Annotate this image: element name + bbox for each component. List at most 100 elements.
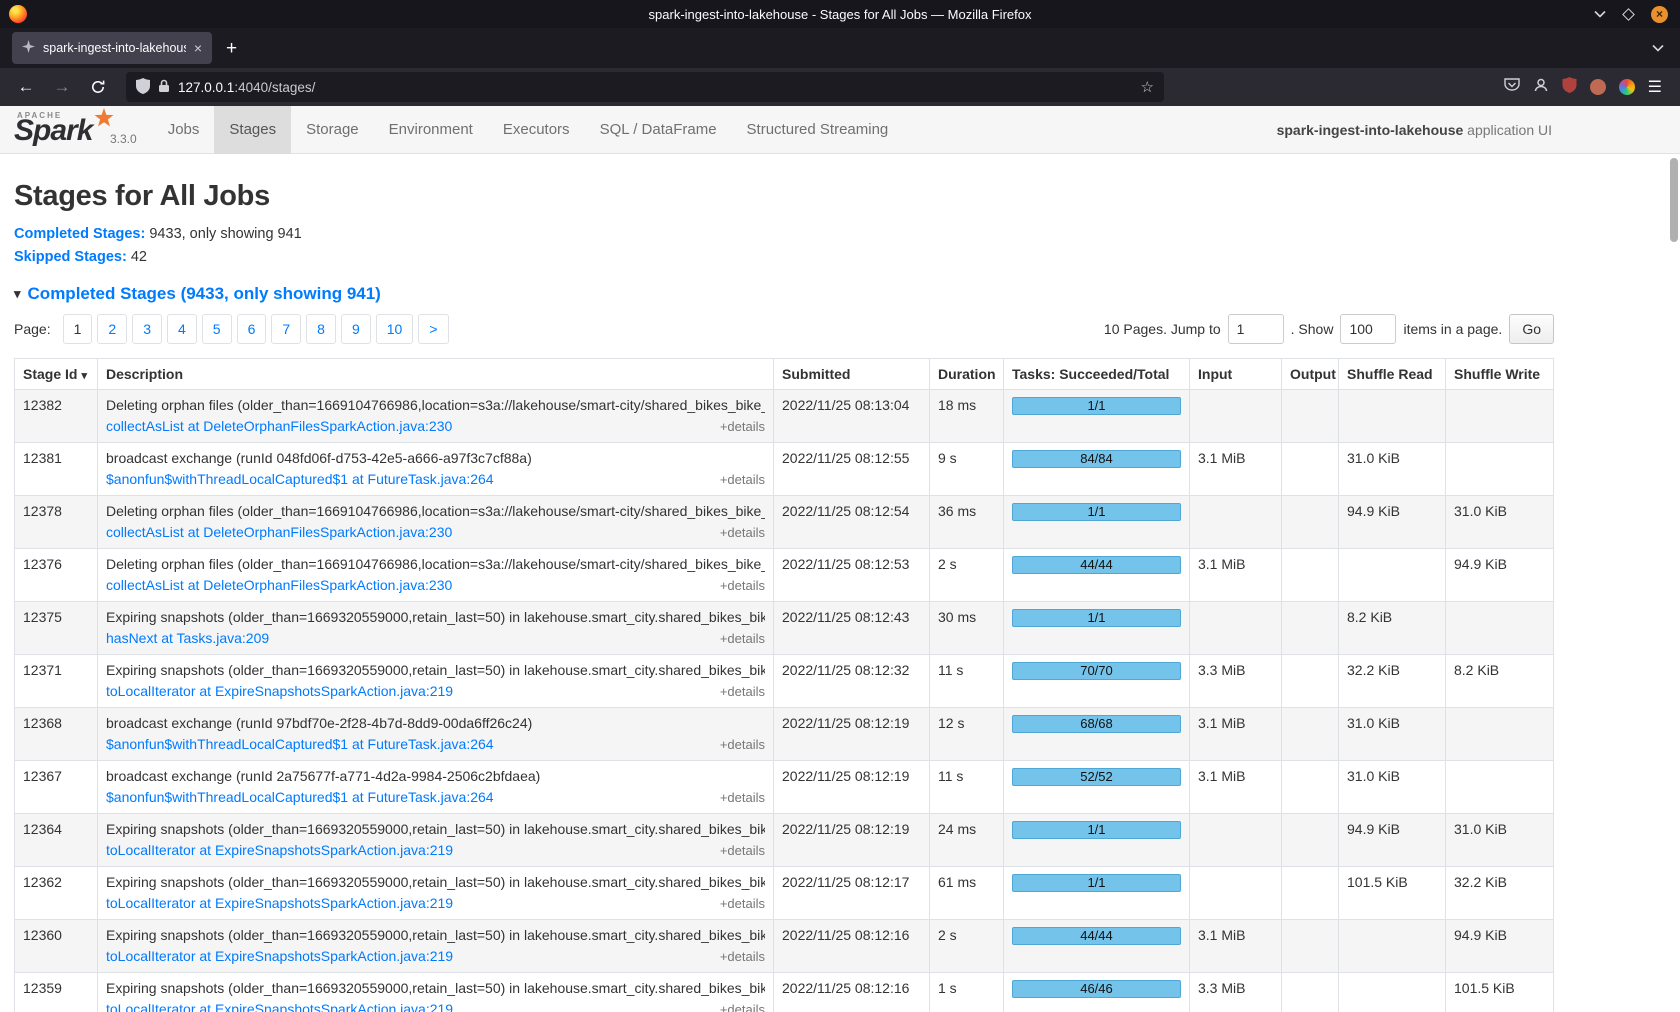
nav-item[interactable]: Structured Streaming [732, 106, 904, 154]
column-header[interactable]: Duration [930, 359, 1004, 390]
input-cell: 3.3 MiB [1190, 655, 1282, 708]
stage-description: Expiring snapshots (older_than=166932055… [106, 609, 765, 626]
stage-detail-link[interactable]: toLocalIterator at ExpireSnapshotsSparkA… [106, 1001, 453, 1012]
page-button[interactable]: 10 [376, 314, 414, 344]
menu-button[interactable]: ☰ [1648, 77, 1662, 97]
details-toggle[interactable]: +details [720, 948, 765, 965]
nav-item[interactable]: Environment [374, 106, 488, 154]
profile-avatar-icon[interactable] [1590, 79, 1606, 95]
forward-button[interactable]: → [48, 73, 76, 101]
maximize-button[interactable] [1624, 10, 1633, 19]
tasks-cell: 44/44 [1004, 920, 1190, 973]
column-header[interactable]: Stage Id▾ [15, 359, 98, 390]
reload-button[interactable] [84, 73, 112, 101]
details-toggle[interactable]: +details [720, 842, 765, 859]
tab-close-icon[interactable]: × [194, 40, 202, 56]
completed-stages-link[interactable]: Completed Stages: [14, 226, 145, 242]
page-title: Stages for All Jobs [14, 180, 1568, 213]
details-toggle[interactable]: +details [720, 1001, 765, 1012]
stage-detail-link[interactable]: $anonfun$withThreadLocalCaptured$1 at Fu… [106, 789, 494, 806]
tracking-shield-icon[interactable] [136, 78, 150, 97]
details-toggle[interactable]: +details [720, 683, 765, 700]
all-tabs-dropdown-icon[interactable] [1652, 39, 1664, 57]
padlock-icon[interactable] [158, 79, 170, 96]
browser-tab[interactable]: spark-ingest-into-lakehous × [12, 32, 212, 64]
stage-detail-link[interactable]: collectAsList at DeleteOrphanFilesSparkA… [106, 577, 452, 594]
spark-logo[interactable]: APACHE Spark [14, 107, 110, 153]
stage-id-cell: 12360 [15, 920, 98, 973]
adblock-shield-icon[interactable] [1562, 77, 1577, 98]
tasks-progress-bar: 44/44 [1012, 556, 1181, 574]
column-header[interactable]: Submitted [774, 359, 930, 390]
spark-wordmark: Spark [14, 114, 92, 148]
page-button[interactable]: 4 [167, 314, 197, 344]
details-toggle[interactable]: +details [720, 789, 765, 806]
scrollbar-thumb[interactable] [1670, 158, 1678, 242]
extension-pinwheel-icon[interactable] [1619, 79, 1635, 95]
page-button[interactable]: 3 [132, 314, 162, 344]
input-cell: 3.1 MiB [1190, 708, 1282, 761]
go-button[interactable]: Go [1509, 314, 1554, 344]
nav-item[interactable]: Storage [291, 106, 374, 154]
url-bar[interactable]: 127.0.0.1:4040/stages/ ☆ [126, 72, 1164, 102]
stage-detail-link[interactable]: toLocalIterator at ExpireSnapshotsSparkA… [106, 948, 453, 965]
show-label: . Show [1291, 321, 1334, 337]
skipped-stages-link[interactable]: Skipped Stages: [14, 249, 127, 265]
input-cell [1190, 867, 1282, 920]
column-header[interactable]: Shuffle Read [1339, 359, 1446, 390]
stage-detail-link[interactable]: toLocalIterator at ExpireSnapshotsSparkA… [106, 842, 453, 859]
stages-table-body: 12382 Deleting orphan files (older_than=… [15, 390, 1554, 1012]
page-button[interactable]: 5 [202, 314, 232, 344]
stage-description: Expiring snapshots (older_than=166932055… [106, 927, 765, 944]
page-button[interactable]: > [418, 314, 448, 344]
stage-detail-link[interactable]: $anonfun$withThreadLocalCaptured$1 at Fu… [106, 736, 494, 753]
details-toggle[interactable]: +details [720, 524, 765, 541]
details-toggle[interactable]: +details [720, 630, 765, 647]
stage-description: broadcast exchange (runId 048fd06f-d753-… [106, 450, 765, 467]
pocket-icon[interactable] [1504, 78, 1520, 97]
table-row: 12382 Deleting orphan files (older_than=… [15, 390, 1554, 443]
column-header[interactable]: Tasks: Succeeded/Total [1004, 359, 1190, 390]
details-toggle[interactable]: +details [720, 577, 765, 594]
shuffle-read-cell: 31.0 KiB [1339, 443, 1446, 496]
column-header[interactable]: Shuffle Write [1446, 359, 1554, 390]
tasks-progress-label: 84/84 [1080, 451, 1113, 466]
tasks-progress-label: 68/68 [1080, 716, 1113, 731]
details-toggle[interactable]: +details [720, 418, 765, 435]
column-header[interactable]: Input [1190, 359, 1282, 390]
page-button[interactable]: 6 [237, 314, 267, 344]
url-text[interactable]: 127.0.0.1:4040/stages/ [178, 80, 1133, 95]
close-window-button[interactable]: × [1651, 6, 1668, 23]
stage-detail-link[interactable]: hasNext at Tasks.java:209 [106, 630, 269, 647]
stage-detail-link[interactable]: collectAsList at DeleteOrphanFilesSparkA… [106, 524, 452, 541]
back-button[interactable]: ← [12, 73, 40, 101]
column-header[interactable]: Description [98, 359, 774, 390]
stage-detail-link[interactable]: $anonfun$withThreadLocalCaptured$1 at Fu… [106, 471, 494, 488]
jump-to-input[interactable] [1228, 314, 1284, 344]
nav-item[interactable]: Jobs [153, 106, 215, 154]
stage-detail-link[interactable]: toLocalIterator at ExpireSnapshotsSparkA… [106, 683, 453, 700]
page-button[interactable]: 1 [63, 314, 93, 344]
stage-detail-link[interactable]: toLocalIterator at ExpireSnapshotsSparkA… [106, 895, 453, 912]
column-header[interactable]: Output [1282, 359, 1339, 390]
account-icon[interactable] [1533, 77, 1549, 98]
new-tab-button[interactable]: + [226, 39, 237, 58]
completed-stages-section-toggle[interactable]: ▾ Completed Stages (9433, only showing 9… [14, 284, 1568, 304]
stage-detail-link[interactable]: collectAsList at DeleteOrphanFilesSparkA… [106, 418, 452, 435]
items-per-page-input[interactable] [1340, 314, 1396, 344]
page-button[interactable]: 2 [97, 314, 127, 344]
nav-item[interactable]: Executors [488, 106, 585, 154]
page-button[interactable]: 8 [306, 314, 336, 344]
bookmark-star-icon[interactable]: ☆ [1141, 78, 1154, 96]
page-button[interactable]: 7 [271, 314, 301, 344]
shuffle-write-cell [1446, 390, 1554, 443]
details-toggle[interactable]: +details [720, 471, 765, 488]
details-toggle[interactable]: +details [720, 895, 765, 912]
shade-window-button[interactable] [1594, 10, 1606, 18]
stage-description: Deleting orphan files (older_than=166910… [106, 503, 765, 520]
nav-item[interactable]: SQL / DataFrame [585, 106, 732, 154]
details-toggle[interactable]: +details [720, 736, 765, 753]
nav-item[interactable]: Stages [214, 106, 291, 154]
description-cell: broadcast exchange (runId 2a75677f-a771-… [98, 761, 774, 814]
page-button[interactable]: 9 [341, 314, 371, 344]
